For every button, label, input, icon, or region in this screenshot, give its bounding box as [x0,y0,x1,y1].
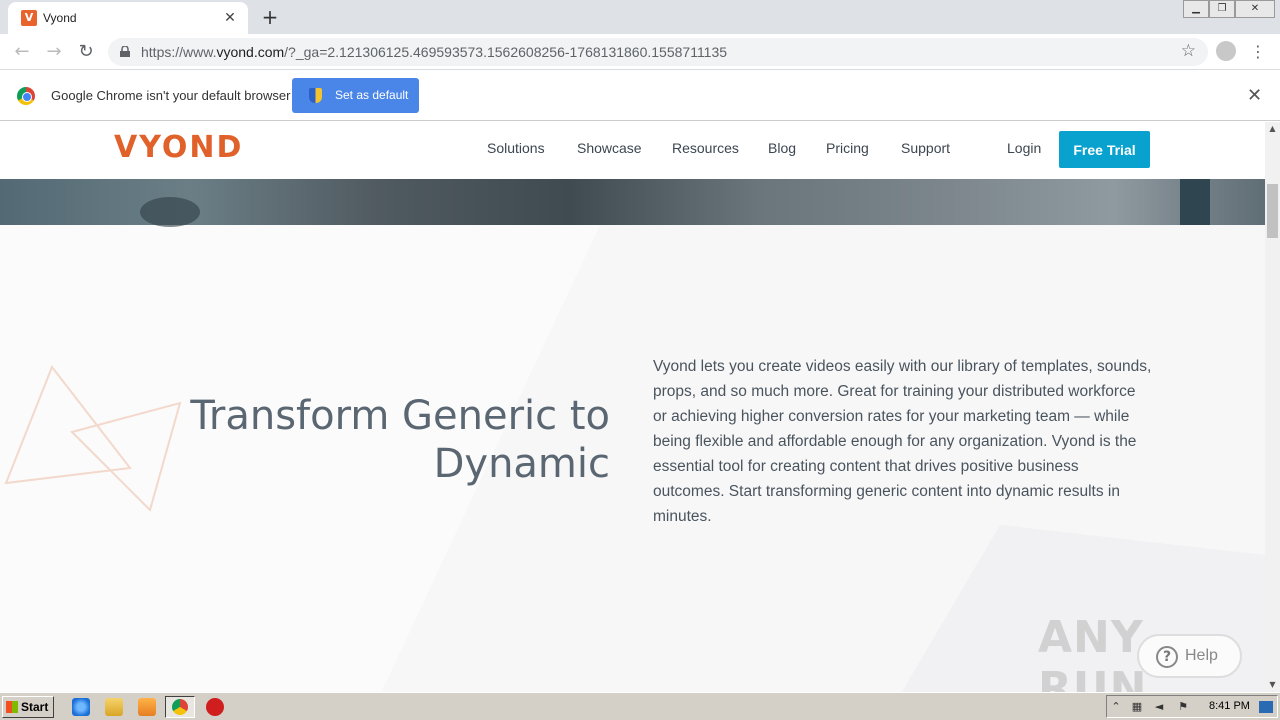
hero-body-text: Vyond lets you create videos easily with… [653,358,1152,525]
new-tab-button[interactable]: + [258,5,282,29]
nav-solutions[interactable]: Solutions [487,140,545,156]
bookmark-star-icon[interactable]: ☆ [1181,41,1196,61]
minimize-button[interactable]: ▁ [1183,0,1209,18]
nav-blog[interactable]: Blog [768,140,796,156]
nav-resources[interactable]: Resources [672,140,739,156]
tab-title: Vyond [43,11,77,25]
menu-kebab-icon[interactable]: ⋮ [1250,42,1266,61]
restore-button[interactable]: ❐ [1209,0,1235,18]
free-trial-button[interactable]: Free Trial [1059,131,1150,168]
login-link[interactable]: Login [1007,140,1041,156]
scroll-up-arrow-icon[interactable]: ▲ [1265,122,1280,136]
vyond-favicon-icon: V [21,10,37,26]
start-button[interactable]: Start [2,696,54,718]
folder-icon[interactable] [105,698,123,716]
media-player-icon[interactable] [138,698,156,716]
window-close-button[interactable]: ✕ [1235,0,1275,18]
shield-icon [309,88,322,103]
address-bar[interactable]: https://www.vyond.com/?_ga=2.121306125.4… [108,38,1208,66]
vyond-logo[interactable]: VYOND [114,130,243,165]
url-text: https://www.vyond.com/?_ga=2.121306125.4… [141,44,728,60]
nav-support[interactable]: Support [901,140,950,156]
windows-taskbar: Start ⌃ ▦ ◄ ⚑ 8:41 PM [0,692,1280,720]
default-browser-infobar: Google Chrome isn't your default browser… [0,71,1280,121]
infobar-close-icon[interactable]: ✕ [1247,85,1262,106]
taskbar-clock: 8:41 PM [1209,700,1250,712]
stop-sign-icon[interactable] [206,698,224,716]
tray-expand-icon[interactable]: ⌃ [1110,701,1122,713]
volume-icon[interactable]: ◄ [1153,701,1165,713]
set-as-default-label: Set as default [335,88,409,102]
internet-explorer-icon[interactable] [72,698,90,716]
chrome-taskbar-button[interactable] [165,696,195,718]
browser-tab[interactable]: V Vyond ✕ [8,2,248,34]
headline-line-2: Dynamic [433,441,610,487]
profile-avatar-icon[interactable] [1216,41,1236,61]
site-header: VYOND Solutions Showcase Resources Blog … [0,122,1265,179]
scroll-down-arrow-icon[interactable]: ▼ [1265,678,1280,692]
reload-icon[interactable]: ↻ [74,40,98,64]
nav-pricing[interactable]: Pricing [826,140,869,156]
tab-close-icon[interactable]: ✕ [220,8,240,28]
headline-line-1: Transform Generic to [190,393,610,439]
chrome-logo-icon [17,87,35,105]
scroll-thumb[interactable] [1267,184,1278,238]
system-tray: ⌃ ▦ ◄ ⚑ 8:41 PM [1106,695,1278,718]
network-icon[interactable]: ▦ [1131,701,1143,713]
page-viewport: VYOND Solutions Showcase Resources Blog … [0,122,1265,692]
nav-showcase[interactable]: Showcase [577,140,642,156]
lock-icon [120,46,130,57]
back-arrow-icon[interactable]: ← [10,40,34,64]
browser-toolbar: ← → ↻ https://www.vyond.com/?_ga=2.12130… [0,34,1280,70]
flag-icon[interactable]: ⚑ [1177,701,1189,713]
page-scrollbar[interactable]: ▲ ▼ [1265,122,1280,692]
help-button[interactable]: ? Help [1137,634,1242,678]
set-as-default-button[interactable]: Set as default [292,78,419,113]
forward-arrow-icon[interactable]: → [42,40,66,64]
show-desktop-icon[interactable] [1259,701,1273,713]
help-question-icon: ? [1156,646,1178,668]
chrome-icon [172,699,188,715]
hero-image-strip [0,179,1265,227]
infobar-message: Google Chrome isn't your default browser [51,88,291,103]
hero-headline: Transform Generic to Dynamic [140,392,610,488]
tab-strip: V Vyond ✕ + ▁ ❐ ✕ [0,0,1280,34]
help-label: Help [1185,647,1218,664]
